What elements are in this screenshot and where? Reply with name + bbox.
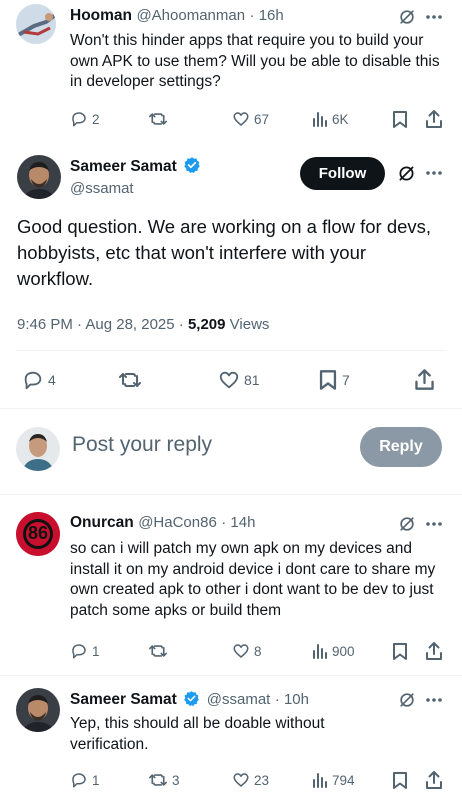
author-name[interactable]: Sameer Samat: [70, 158, 177, 175]
timestamp[interactable]: · 10h: [275, 691, 309, 708]
heart-icon: [233, 644, 249, 658]
views-count: 5,209: [187, 316, 226, 333]
views-action[interactable]: 6K: [312, 110, 349, 128]
more-options-icon[interactable]: [425, 521, 443, 527]
repost-action[interactable]: [148, 642, 168, 660]
author-handle[interactable]: @ssamat: [207, 691, 271, 708]
follow-label: Follow: [318, 165, 367, 182]
reply-icon: [24, 371, 42, 390]
reply-count: 4: [48, 372, 56, 388]
heart-icon: [233, 773, 249, 787]
grok-icon[interactable]: [397, 514, 417, 534]
grok-icon[interactable]: [397, 690, 417, 710]
like-count: 23: [254, 772, 270, 788]
bookmark-count: 7: [342, 372, 350, 388]
grok-icon[interactable]: [396, 163, 417, 184]
views-count: 900: [332, 643, 355, 659]
more-options-icon[interactable]: [425, 697, 443, 703]
post-text: so can i will patch my own apk on my dev…: [70, 540, 436, 619]
views-icon: [313, 112, 327, 127]
reply-icon: [72, 773, 86, 788]
reply-action[interactable]: 4: [22, 369, 56, 391]
heart-icon: [233, 112, 249, 126]
post-meta: 9:46 PM · Aug 28, 2025 · 5,209 Views: [17, 316, 269, 333]
post-text: Yep, this should all be doable without v…: [70, 715, 325, 753]
reply-input[interactable]: Post your reply: [72, 433, 212, 457]
share-icon[interactable]: [425, 770, 443, 790]
bookmark-icon: [319, 370, 337, 390]
verified-badge-icon: [184, 691, 200, 707]
reply-action[interactable]: 2: [70, 110, 100, 128]
bookmark-icon[interactable]: [392, 110, 408, 129]
bookmark-action[interactable]: 7: [318, 369, 350, 391]
timestamp[interactable]: · 14h: [221, 514, 255, 531]
repost-icon: [119, 373, 141, 387]
timestamp[interactable]: · 16h: [250, 7, 284, 24]
post-timestamp[interactable]: 9:46 PM · Aug 28, 2025 ·: [17, 316, 188, 333]
views-count: 6K: [332, 111, 349, 127]
post-text: Won't this hinder apps that require you …: [70, 32, 440, 90]
follow-button[interactable]: Follow: [300, 157, 385, 190]
avatar[interactable]: [17, 155, 61, 199]
reply-action[interactable]: 1: [70, 642, 100, 660]
author-name[interactable]: Onurcan: [70, 514, 134, 531]
share-icon[interactable]: [425, 109, 443, 129]
like-action[interactable]: 8: [232, 642, 262, 660]
author-handle[interactable]: @ssamat: [70, 180, 134, 197]
like-count: 67: [254, 111, 270, 127]
author-name[interactable]: Sameer Samat: [70, 691, 177, 708]
reply-icon: [72, 112, 86, 127]
my-avatar[interactable]: [16, 427, 60, 471]
like-count: 8: [254, 643, 262, 659]
avatar[interactable]: 86: [16, 512, 60, 556]
repost-action[interactable]: [118, 369, 142, 391]
like-count: 81: [244, 372, 260, 388]
views-action[interactable]: 794: [312, 771, 355, 789]
views-icon: [313, 773, 327, 788]
author-name[interactable]: Hooman: [70, 7, 132, 24]
reply-button[interactable]: Reply: [360, 427, 442, 467]
like-action[interactable]: 23: [232, 771, 269, 789]
views-count: 794: [332, 772, 355, 788]
like-action[interactable]: 81: [218, 369, 260, 391]
repost-action[interactable]: [148, 110, 168, 128]
avatar[interactable]: [16, 4, 56, 44]
repost-icon: [149, 645, 167, 657]
grok-icon[interactable]: [397, 7, 417, 27]
reply-action[interactable]: 1: [70, 771, 100, 789]
reply-count: 2: [92, 111, 100, 127]
reply-count: 1: [92, 643, 100, 659]
verified-badge-icon: [184, 157, 201, 174]
views-action[interactable]: 900: [312, 642, 355, 660]
reply-button-label: Reply: [379, 438, 423, 455]
repost-count: 3: [172, 772, 180, 788]
views-icon: [313, 644, 327, 659]
post-text: Good question. We are working on a flow …: [17, 216, 432, 289]
heart-icon: [219, 371, 239, 389]
bookmark-icon[interactable]: [392, 771, 408, 790]
repost-icon: [149, 113, 167, 125]
bookmark-icon[interactable]: [392, 642, 408, 661]
repost-action[interactable]: 3: [148, 771, 180, 789]
more-options-icon[interactable]: [425, 14, 443, 20]
reply-count: 1: [92, 772, 100, 788]
like-action[interactable]: 67: [232, 110, 269, 128]
author-handle[interactable]: @HaCon86: [138, 514, 217, 531]
views-label: Views: [225, 316, 270, 333]
share-icon[interactable]: [425, 641, 443, 661]
repost-icon: [149, 774, 167, 786]
share-icon[interactable]: [414, 368, 435, 391]
author-handle[interactable]: @Ahoomanman: [136, 7, 245, 24]
more-options-icon[interactable]: [425, 170, 443, 176]
avatar-text: 86: [27, 523, 49, 543]
avatar[interactable]: [16, 688, 60, 732]
reply-icon: [72, 644, 86, 659]
